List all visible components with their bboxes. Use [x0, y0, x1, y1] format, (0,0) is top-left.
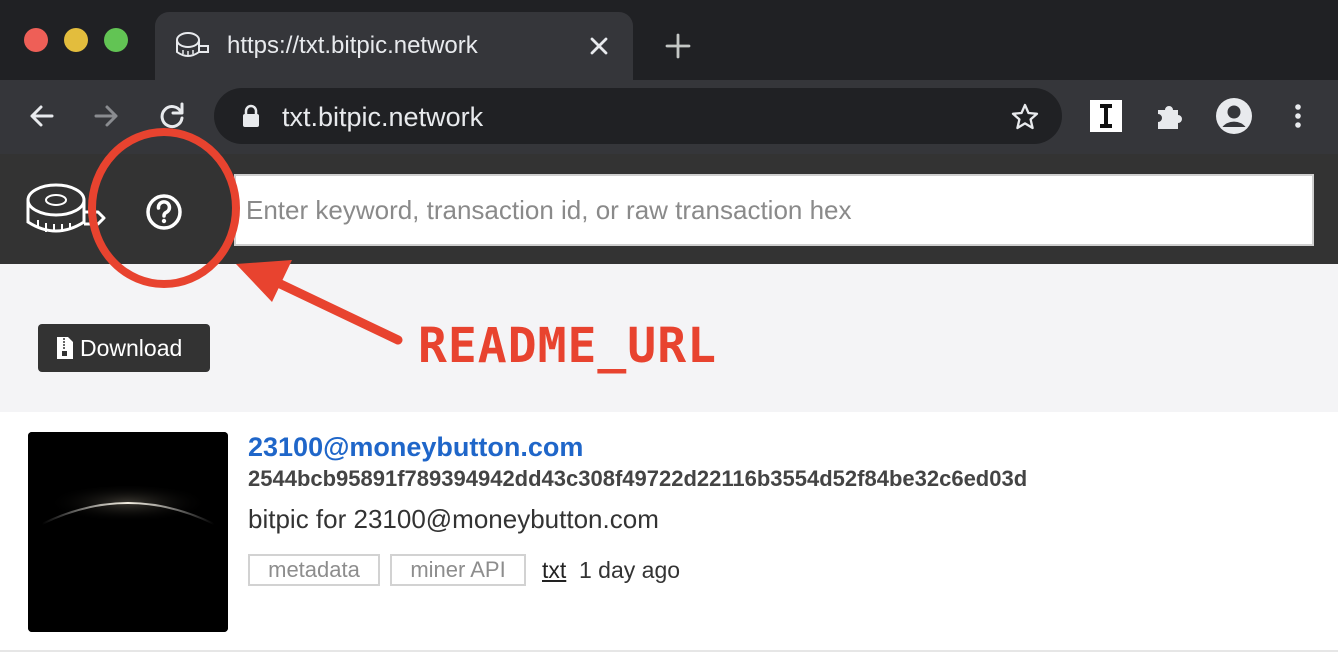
tab-strip: https://txt.bitpic.network — [0, 0, 1338, 80]
tab-title: https://txt.bitpic.network — [227, 32, 478, 59]
download-label: Download — [80, 334, 183, 361]
result-thumbnail[interactable] — [28, 432, 228, 632]
result-author-link[interactable]: 23100@moneybutton.com — [248, 432, 583, 463]
instapaper-extension-icon[interactable] — [1090, 100, 1122, 132]
reload-icon[interactable] — [156, 100, 188, 132]
result-txt-link[interactable]: txt — [542, 557, 566, 584]
download-button[interactable]: Download — [38, 324, 210, 372]
tape-measure-icon — [176, 32, 209, 57]
search-input[interactable] — [234, 174, 1314, 246]
window-minimize-button[interactable] — [64, 28, 88, 52]
tag-miner-api[interactable]: miner API — [390, 554, 526, 586]
zip-file-icon — [57, 337, 73, 359]
browser-window: https://txt.bitpic.network txt.bitpic.ne… — [0, 0, 1338, 654]
result-description: bitpic for 23100@moneybutton.com — [248, 504, 659, 534]
tab-close-icon[interactable] — [587, 34, 611, 58]
result-txid[interactable]: 2544bcb95891f789394942dd43c308f49722d221… — [248, 466, 1027, 492]
back-arrow-icon[interactable] — [26, 100, 58, 132]
more-menu-icon[interactable] — [1282, 100, 1314, 132]
active-tab[interactable]: https://txt.bitpic.network — [155, 12, 633, 80]
annotation-label: README_URL — [418, 318, 717, 374]
window-maximize-button[interactable] — [104, 28, 128, 52]
question-circle-icon — [146, 194, 182, 230]
extensions-puzzle-icon[interactable] — [1154, 100, 1186, 132]
address-bar[interactable]: txt.bitpic.network — [214, 88, 1062, 144]
profile-icon[interactable] — [1216, 98, 1252, 134]
result-item: 23100@moneybutton.com 2544bcb95891f78939… — [0, 412, 1338, 652]
tag-metadata[interactable]: metadata — [248, 554, 380, 586]
help-readme-button[interactable] — [126, 174, 202, 250]
bookmark-star-icon[interactable] — [1010, 102, 1040, 132]
window-close-button[interactable] — [24, 28, 48, 52]
new-tab-icon[interactable] — [664, 32, 692, 60]
site-header — [0, 154, 1338, 264]
tape-measure-logo-icon[interactable] — [24, 180, 108, 242]
lock-icon — [243, 104, 259, 127]
result-timestamp: 1 day ago — [579, 557, 681, 583]
browser-toolbar: txt.bitpic.network — [0, 80, 1338, 154]
forward-arrow-icon[interactable] — [90, 100, 122, 132]
planet-horizon-image — [28, 432, 228, 632]
address-text: txt.bitpic.network — [282, 102, 484, 132]
